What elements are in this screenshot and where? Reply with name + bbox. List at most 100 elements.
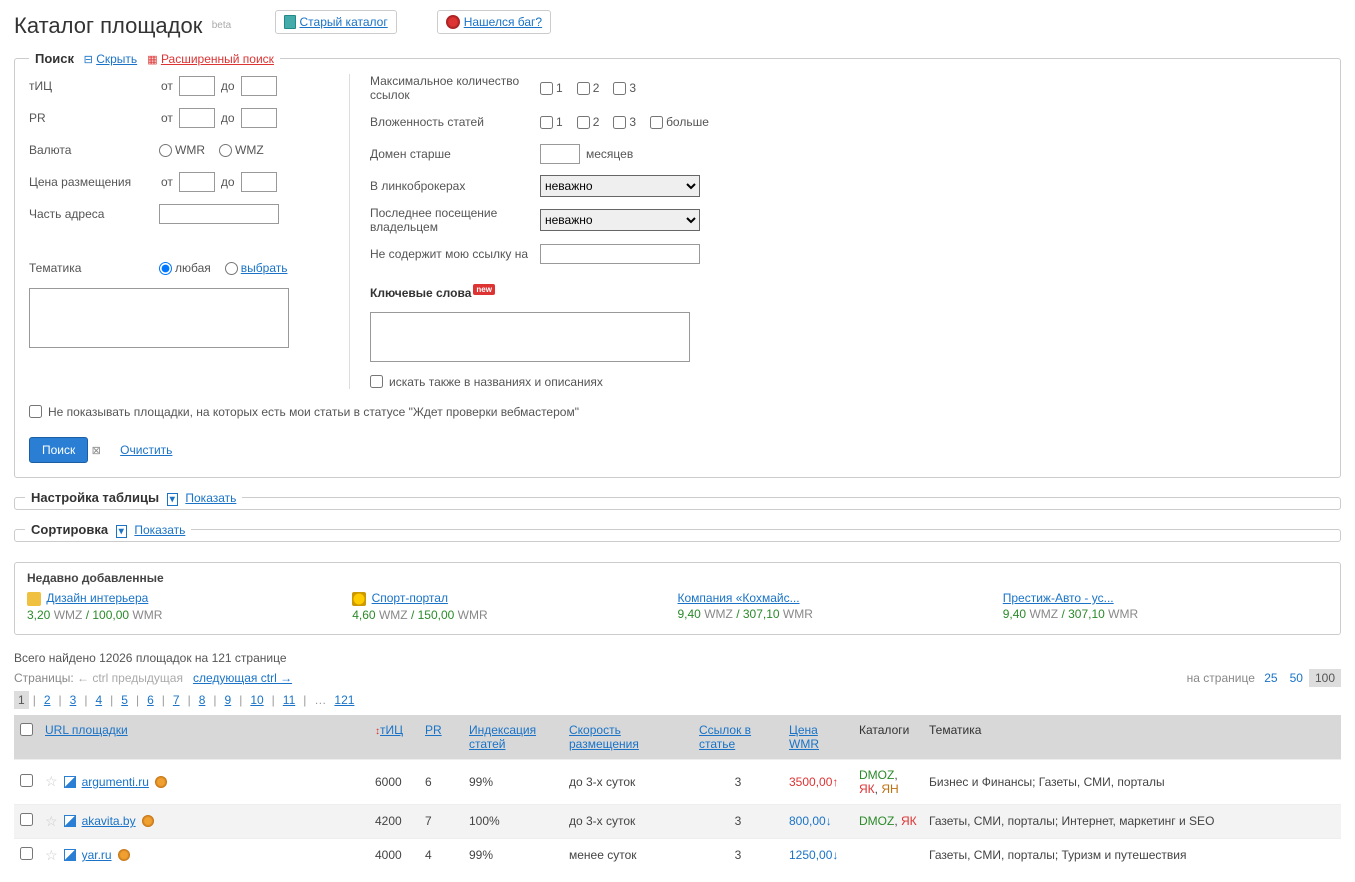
hide-link[interactable]: Скрыть: [96, 52, 137, 66]
search-also-checkbox[interactable]: [370, 375, 383, 388]
old-catalog-link[interactable]: Старый каталог: [300, 15, 388, 29]
cell-indexing: 99%: [463, 838, 563, 872]
topic-any-radio[interactable]: любая: [159, 261, 211, 275]
pr-to-input[interactable]: [241, 108, 277, 128]
domain-age-label: Домен старше: [370, 147, 540, 161]
star-icon[interactable]: ☆: [45, 813, 58, 830]
page-number[interactable]: 121: [330, 691, 358, 709]
perpage-option[interactable]: 25: [1264, 671, 1277, 685]
col-url[interactable]: URL площадки: [45, 723, 128, 737]
sorting-legend: Сортировка ▾ Показать: [25, 522, 191, 537]
col-price[interactable]: Цена WMR: [789, 723, 819, 751]
search-button[interactable]: Поиск: [29, 437, 88, 463]
cell-indexing: 100%: [463, 804, 563, 838]
keywords-textarea[interactable]: [370, 312, 690, 362]
page-number[interactable]: 10: [246, 691, 267, 709]
page-number[interactable]: 7: [169, 691, 184, 709]
to-label: до: [219, 79, 237, 93]
next-page[interactable]: следующая ctrl →: [193, 671, 292, 685]
to-label: до: [219, 111, 237, 125]
catalog-tag: ЯК: [901, 814, 917, 828]
site-url-link[interactable]: argumenti.ru: [82, 775, 149, 789]
tic-from-input[interactable]: [179, 76, 215, 96]
star-icon[interactable]: ☆: [45, 847, 58, 864]
page-number[interactable]: 3: [66, 691, 81, 709]
col-pr[interactable]: PR: [425, 723, 442, 737]
old-catalog-button[interactable]: Старый каталог: [275, 10, 397, 34]
domain-age-input[interactable]: [540, 144, 580, 164]
nesting-2[interactable]: 2: [577, 115, 600, 129]
nesting-more[interactable]: больше: [650, 115, 709, 129]
perpage-option: 100: [1309, 669, 1341, 687]
topic-label: Тематика: [29, 261, 159, 275]
external-link-icon[interactable]: [64, 849, 76, 861]
page-number[interactable]: 4: [91, 691, 106, 709]
page-number[interactable]: 8: [195, 691, 210, 709]
url-part-label: Часть адреса: [29, 207, 159, 221]
maxlinks-2[interactable]: 2: [577, 81, 600, 95]
external-link-icon[interactable]: [64, 815, 76, 827]
nesting-1[interactable]: 1: [540, 115, 563, 129]
new-badge: new: [473, 284, 495, 295]
nesting-3[interactable]: 3: [613, 115, 636, 129]
maxlinks-3[interactable]: 3: [613, 81, 636, 95]
no-my-link-input[interactable]: [540, 244, 700, 264]
topic-textarea[interactable]: [29, 288, 289, 348]
page-number[interactable]: 6: [143, 691, 158, 709]
external-link-icon[interactable]: [64, 776, 76, 788]
last-visit-label: Последнее посещение владельцем: [370, 206, 540, 234]
catalog-tag: ЯК: [859, 782, 875, 796]
select-all-checkbox[interactable]: [20, 723, 33, 736]
col-catalogs: Каталоги: [853, 715, 923, 760]
price-to-input[interactable]: [241, 172, 277, 192]
clear-link[interactable]: Очистить: [120, 443, 172, 457]
currency-wmr-radio[interactable]: WMR: [159, 143, 205, 157]
from-label: от: [159, 79, 175, 93]
table-row: ☆ akavita.by 4200 7 100% до 3-х суток 3 …: [14, 804, 1341, 838]
linkbrokers-select[interactable]: неважно: [540, 175, 700, 197]
col-speed[interactable]: Скорость размещения: [569, 723, 639, 751]
currency-wmz-radio[interactable]: WMZ: [219, 143, 264, 157]
bug-report-button[interactable]: Нашелся баг?: [437, 10, 551, 34]
sorting-show[interactable]: Показать: [134, 523, 185, 537]
table-settings-show[interactable]: Показать: [185, 491, 236, 505]
medal-icon: [118, 849, 130, 861]
col-tic[interactable]: тИЦ: [380, 723, 403, 737]
price-from-input[interactable]: [179, 172, 215, 192]
results-table: URL площадки ↕тИЦ PR Индексация статей С…: [14, 715, 1341, 872]
topic-select-radio[interactable]: выбрать: [225, 261, 288, 275]
currency-label: Валюта: [29, 143, 159, 157]
star-icon[interactable]: ☆: [45, 773, 58, 790]
maxlinks-1[interactable]: 1: [540, 81, 563, 95]
hide-pending-checkbox[interactable]: [29, 405, 42, 418]
bug-icon: [446, 15, 460, 29]
expand-icon[interactable]: ▾: [167, 493, 178, 506]
row-checkbox[interactable]: [20, 813, 33, 826]
pr-from-input[interactable]: [179, 108, 215, 128]
last-visit-select[interactable]: неважно: [540, 209, 700, 231]
recent-item-link[interactable]: Престиж-Авто - ус...: [1003, 591, 1114, 605]
col-indexing[interactable]: Индексация статей: [469, 723, 536, 751]
page-number[interactable]: 5: [117, 691, 132, 709]
page-number[interactable]: 9: [221, 691, 236, 709]
perpage-option[interactable]: 50: [1290, 671, 1303, 685]
cell-topics: Газеты, СМИ, порталы; Туризм и путешеств…: [923, 838, 1341, 872]
row-checkbox[interactable]: [20, 774, 33, 787]
col-links[interactable]: Ссылок в статье: [699, 723, 751, 751]
recent-item: Спорт-портал 4,60 WMZ / 150,00 WMR: [352, 591, 677, 622]
expand-icon[interactable]: ▾: [116, 525, 127, 538]
page-number[interactable]: 2: [40, 691, 55, 709]
page-number[interactable]: 11: [279, 691, 299, 709]
recent-item-link[interactable]: Компания «Кохмайс...: [678, 591, 800, 605]
collapse-icon: ⊟: [84, 54, 93, 66]
bug-report-link[interactable]: Нашелся баг?: [464, 15, 542, 29]
cell-price: 3500,00↑: [783, 759, 853, 804]
site-url-link[interactable]: yar.ru: [82, 848, 112, 862]
advanced-search-link[interactable]: Расширенный поиск: [161, 52, 274, 66]
recent-item-link[interactable]: Спорт-портал: [372, 591, 448, 605]
tic-to-input[interactable]: [241, 76, 277, 96]
url-part-input[interactable]: [159, 204, 279, 224]
site-url-link[interactable]: akavita.by: [82, 814, 136, 828]
row-checkbox[interactable]: [20, 847, 33, 860]
recent-item-link[interactable]: Дизайн интерьера: [46, 591, 148, 605]
